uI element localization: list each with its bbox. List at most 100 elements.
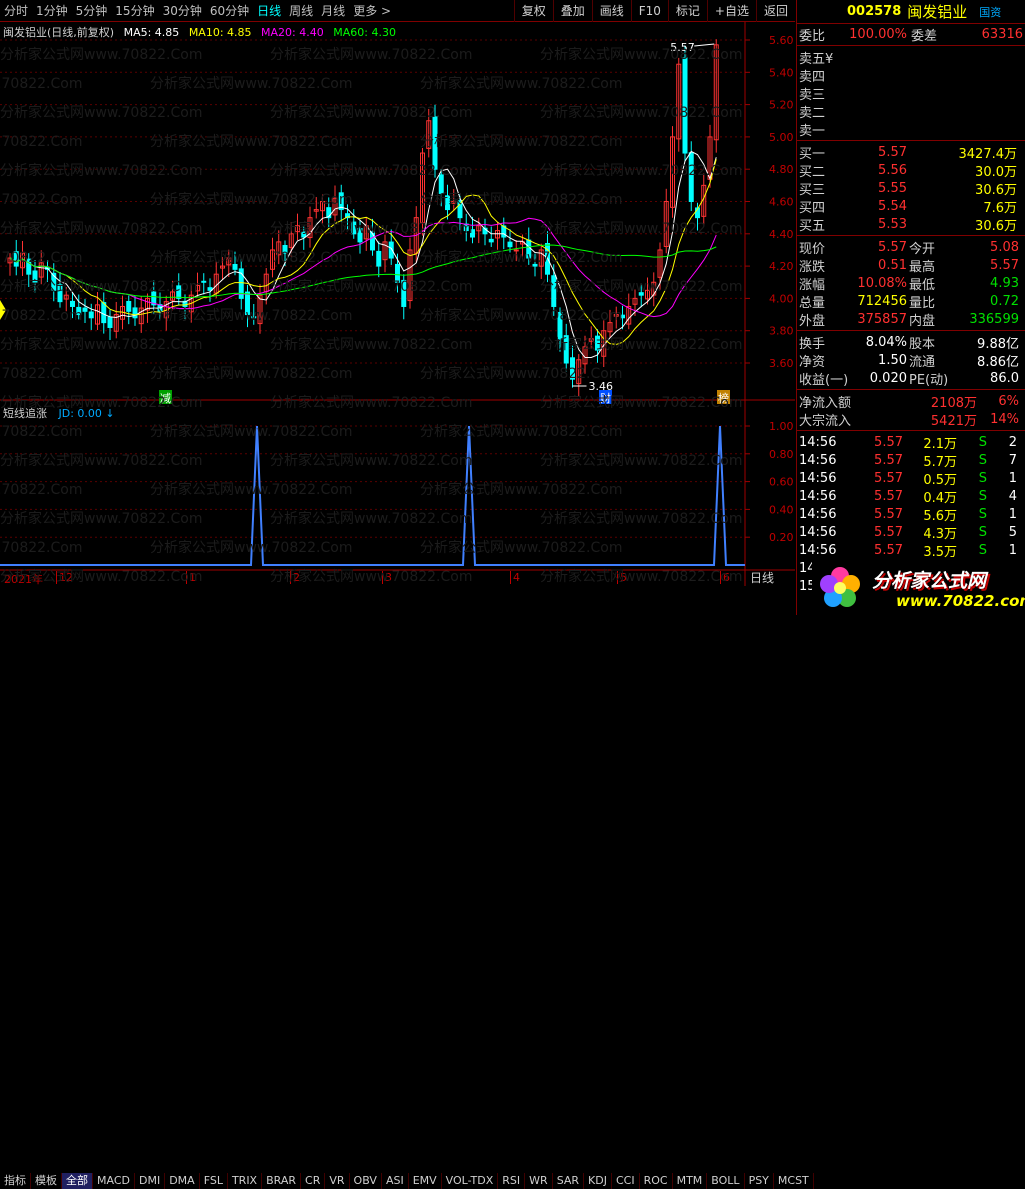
tick-price: 5.57: [874, 434, 903, 450]
candle-body: [570, 357, 575, 380]
tick-count: 4: [1008, 488, 1017, 504]
indicator-tab-20[interactable]: ROC: [640, 1173, 673, 1189]
candle-body: [232, 263, 238, 270]
sell-orders: 卖五¥ 卖四 卖三 卖二 卖一: [797, 46, 1025, 141]
stat-label: 涨幅: [799, 277, 826, 293]
date-axis: 2021年 12 1 2 3 4 5 6: [0, 571, 745, 586]
tick-time: 14:56: [799, 452, 837, 468]
event-mark-label: 榜: [718, 391, 729, 405]
indicator-tab-18[interactable]: KDJ: [584, 1173, 612, 1189]
date-month-label: 6: [720, 571, 730, 584]
tick-side: S: [978, 488, 987, 504]
indicator-tab-22[interactable]: BOLL: [707, 1173, 745, 1189]
indicator-tab-19[interactable]: CCI: [612, 1173, 640, 1189]
candle-body: [438, 174, 444, 194]
fund-label: 流通: [909, 354, 936, 370]
stat-row: 外盘 375857 内盘 336599: [797, 310, 1025, 329]
price-tick-label: 4.40: [769, 228, 794, 241]
indicator-tab-8[interactable]: BRAR: [262, 1173, 302, 1189]
flow-percent: 14%: [990, 411, 1019, 427]
stat-value: 5.57: [878, 239, 907, 255]
candle-body: [507, 241, 513, 248]
fund-value: 1.50: [878, 352, 907, 368]
indicator-tab-5[interactable]: DMA: [165, 1173, 200, 1189]
indicator-tab-0[interactable]: 指标: [0, 1173, 31, 1189]
price-tick-label: 4.80: [769, 163, 794, 176]
jd-value: JD: 0.00: [58, 407, 102, 420]
candle-body: [301, 231, 307, 238]
tick-count: 2: [1008, 434, 1017, 450]
tick-side: S: [978, 524, 987, 540]
day-line-button[interactable]: 日线: [750, 569, 774, 586]
tick-price: 5.57: [874, 452, 903, 468]
indicator-tab-6[interactable]: FSL: [200, 1173, 228, 1189]
price-tick-label: 3.80: [769, 325, 794, 338]
date-year-label: 2021年: [4, 573, 43, 586]
date-month-label: 12: [56, 571, 73, 584]
indicator-tab-14[interactable]: VOL-TDX: [442, 1173, 499, 1189]
event-mark-label: 减: [160, 392, 171, 405]
fund-label: 净资: [799, 354, 826, 370]
logo-title: 分析家公式网: [872, 570, 987, 592]
date-month-label: 5: [617, 571, 627, 584]
flower-icon: [820, 567, 860, 607]
fund-value: 86.0: [990, 370, 1019, 386]
indicator-tab-23[interactable]: PSY: [745, 1173, 774, 1189]
tick-count: 7: [1008, 452, 1017, 468]
buy-level-row: 买四 5.54 7.6万: [797, 197, 1025, 216]
kline-chart[interactable]: 5.60 5.40 5.20 5.00 4.80 4.60 4.40 4.20 4.00 3.80…: [0, 0, 795, 586]
tick-side: S: [978, 506, 987, 522]
tick-row: 14:56 5.57 5.7万 S 7: [797, 451, 1025, 470]
indicator-tab-12[interactable]: ASI: [382, 1173, 409, 1189]
indicator-tab-17[interactable]: SAR: [553, 1173, 585, 1189]
indicator-tab-15[interactable]: RSI: [498, 1173, 526, 1189]
indicator-tab-3[interactable]: MACD: [93, 1173, 135, 1189]
indicator-tab-21[interactable]: MTM: [673, 1173, 708, 1189]
indicator-tab-24[interactable]: MCST: [774, 1173, 814, 1189]
tick-price: 5.57: [874, 470, 903, 486]
price-tick-label: 4.00: [769, 292, 794, 305]
tick-time: 14:56: [799, 524, 837, 540]
tick-count: 5: [1008, 524, 1017, 540]
indicator-tab-2[interactable]: 全部: [62, 1173, 93, 1189]
candle-body: [88, 311, 94, 319]
chart-title: 闽发铝业(日线,前复权): [3, 26, 115, 39]
stat-label: 最高: [909, 259, 936, 275]
indicator-tab-16[interactable]: WR: [525, 1173, 553, 1189]
candle-body: [201, 280, 207, 283]
tick-time: 14:56: [799, 434, 837, 450]
indicator-tab-13[interactable]: EMV: [409, 1173, 442, 1189]
indicator-tabs: 指标 模板 全部 MACD DMI DMA FSL TRIX BRAR CR VR OBV ASI EMV…: [0, 1173, 814, 1189]
indicator-tab-7[interactable]: TRIX: [228, 1173, 263, 1189]
ma10-value: MA10: 4.85: [188, 26, 252, 39]
indicator-tab-1[interactable]: 模板: [31, 1173, 62, 1189]
stock-tag[interactable]: 国资: [979, 4, 1001, 20]
stat-label: 现价: [799, 241, 826, 257]
indicator-tab-4[interactable]: DMI: [135, 1173, 166, 1189]
indicator-tab-11[interactable]: OBV: [350, 1173, 382, 1189]
candle-body: [13, 251, 19, 267]
tick-row: 14:56 5.57 4.3万 S 5: [797, 523, 1025, 542]
tick-volume: 0.4万: [923, 490, 957, 506]
sub-tick-label: 0.60: [769, 476, 794, 489]
indicator-tab-10[interactable]: VR: [325, 1173, 350, 1189]
tick-volume: 2.1万: [923, 436, 957, 452]
candle-body: [432, 116, 438, 170]
sell-level-label: 卖四: [799, 69, 826, 85]
indicator-tab-9[interactable]: CR: [301, 1173, 326, 1189]
sub-indicator-title: 短线追涨: [3, 407, 47, 420]
tick-price: 5.57: [874, 488, 903, 504]
high-label: 5.57: [670, 41, 695, 54]
logo-url: www.70822.com: [896, 592, 1025, 610]
sell-level-row: 卖四: [797, 66, 1025, 85]
candle-body: [563, 335, 569, 364]
stat-label: 内盘: [909, 313, 936, 329]
buy-price: 5.56: [878, 162, 907, 178]
sub-indicator-legend: 短线追涨 JD: 0.00 ↓: [3, 405, 115, 421]
weicha-value: 63316: [981, 27, 1023, 42]
sub-tick-label: 1.00: [769, 420, 794, 433]
candle-body: [395, 263, 400, 283]
ma60-line: [9, 244, 717, 299]
site-logo: 分析家公式网 www.70822.com: [812, 560, 1025, 615]
candle-body: [70, 300, 75, 307]
